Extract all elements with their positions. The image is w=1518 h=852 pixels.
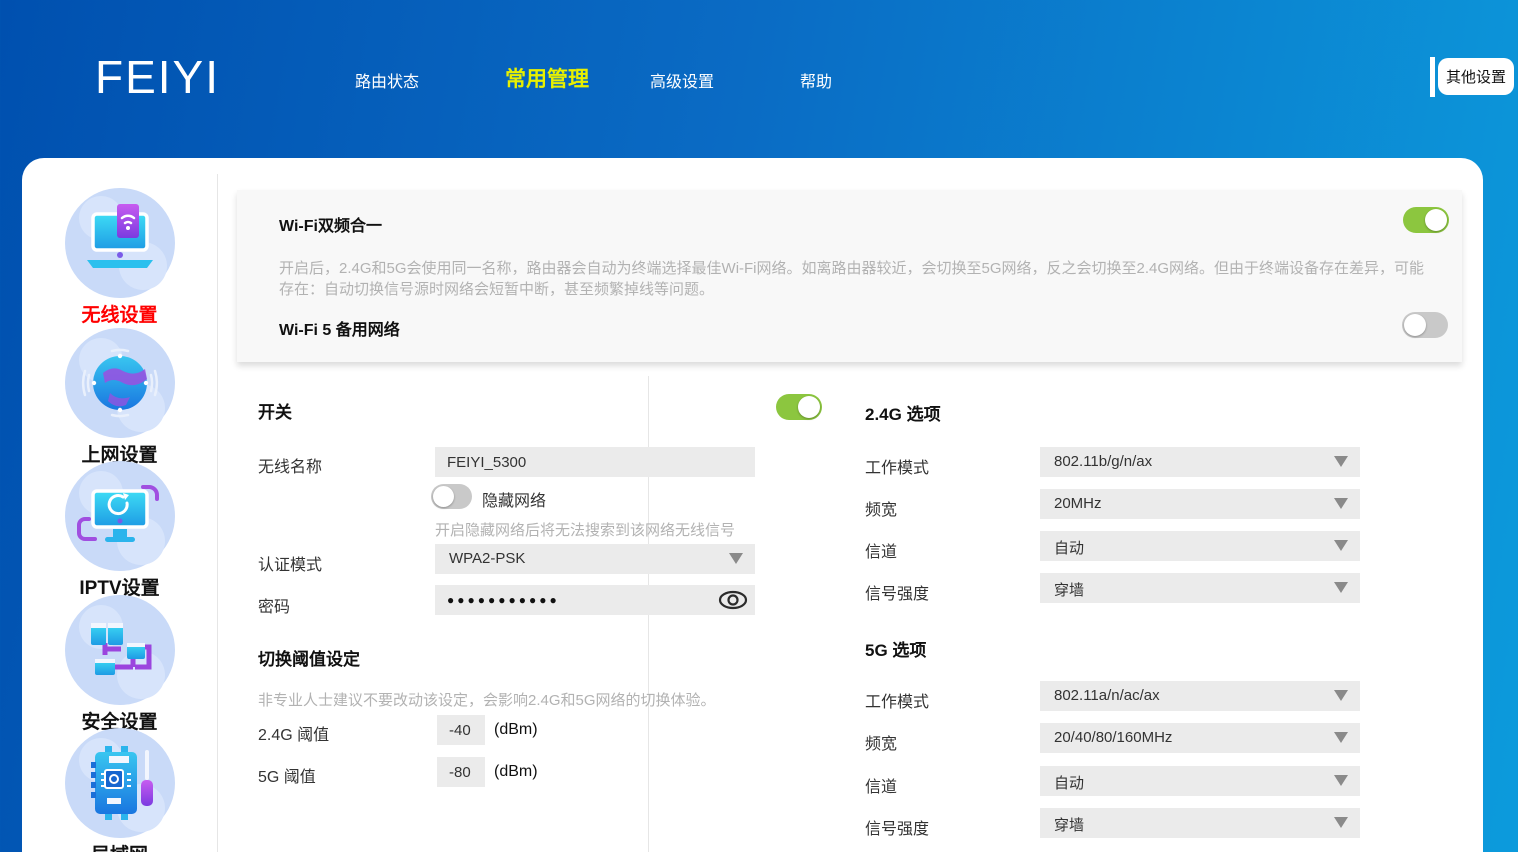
band-5g-title: 5G 选项 <box>865 636 926 661</box>
password-masked-value: ●●●●●●●●●●● <box>447 593 560 607</box>
sidebar-item-label: 无线设置 <box>22 300 217 327</box>
threshold-5g-label: 5G 阈值 <box>258 763 316 787</box>
dual-band-toggle[interactable] <box>1403 207 1449 233</box>
dual-band-description: 开启后，2.4G和5G会使用同一名称，路由器会自动为终端选择最佳Wi-Fi网络。… <box>279 258 1439 300</box>
sidebar-item-lan[interactable]: 局域网 <box>22 728 217 852</box>
sidebar-item-internet[interactable]: 上网设置 <box>22 328 217 467</box>
show-password-button[interactable] <box>717 589 749 611</box>
security-settings-icon <box>65 595 175 705</box>
threshold-note: 非专业人士建议不要改动该设定，会影响2.4G和5G网络的切换体验。 <box>258 689 716 710</box>
nav-common-management[interactable]: 常用管理 <box>505 63 589 93</box>
toggle-knob <box>1404 314 1426 336</box>
workmode-24g-label: 工作模式 <box>865 454 929 478</box>
nav-router-status[interactable]: 路由状态 <box>355 68 419 92</box>
band-24g-title: 2.4G 选项 <box>865 400 941 425</box>
signal-24g-label: 信号强度 <box>865 580 929 604</box>
channel-24g-label: 信道 <box>865 538 897 562</box>
wifi5-backup-toggle[interactable] <box>1402 312 1448 338</box>
main-panel: 无线设置 上网设置 <box>22 158 1483 852</box>
wifi5-backup-title: Wi-Fi 5 备用网络 <box>279 316 400 340</box>
header-divider <box>1430 57 1435 97</box>
signal-5g-label: 信号强度 <box>865 815 929 839</box>
threshold-24g-label: 2.4G 阈值 <box>258 721 329 745</box>
signal-5g-value: 穿墙 <box>1054 814 1084 835</box>
threshold-24g-input[interactable] <box>437 715 485 745</box>
wireless-settings-icon <box>65 188 175 298</box>
password-label: 密码 <box>258 593 290 617</box>
channel-24g-select[interactable]: 自动 <box>1040 531 1360 561</box>
auth-mode-label: 认证模式 <box>258 551 322 575</box>
bandwidth-5g-value: 20/40/80/160MHz <box>1054 729 1172 746</box>
sidebar-item-label: 局域网 <box>22 840 217 852</box>
channel-24g-value: 自动 <box>1054 537 1084 558</box>
workmode-5g-value: 802.11a/n/ac/ax <box>1054 687 1160 704</box>
dual-band-title: Wi-Fi双频合一 <box>279 212 382 236</box>
signal-24g-value: 穿墙 <box>1054 579 1084 600</box>
bandwidth-5g-select[interactable]: 20/40/80/160MHz <box>1040 723 1360 753</box>
ssid-input[interactable] <box>435 447 755 477</box>
chevron-down-icon <box>1334 540 1348 551</box>
wireless-switch-toggle[interactable] <box>776 394 822 420</box>
workmode-5g-select[interactable]: 802.11a/n/ac/ax <box>1040 681 1360 711</box>
workmode-5g-label: 工作模式 <box>865 688 929 712</box>
sidebar-divider <box>217 174 218 852</box>
internet-settings-icon <box>65 328 175 438</box>
hidden-network-toggle[interactable] <box>431 484 472 509</box>
chevron-down-icon <box>1334 775 1348 786</box>
ssid-label: 无线名称 <box>258 453 322 477</box>
nav-help[interactable]: 帮助 <box>800 68 832 92</box>
hidden-network-note: 开启隐藏网络后将无法搜索到该网络无线信号 <box>435 519 735 540</box>
bandwidth-24g-value: 20MHz <box>1054 495 1102 512</box>
lan-icon <box>65 728 175 838</box>
channel-5g-label: 信道 <box>865 773 897 797</box>
chevron-down-icon <box>1334 582 1348 593</box>
workmode-24g-value: 802.11b/g/n/ax <box>1054 453 1152 470</box>
nav-advanced-settings[interactable]: 高级设置 <box>650 68 714 92</box>
brand-logo: FEIYI <box>95 50 220 104</box>
sidebar-item-wireless[interactable]: 无线设置 <box>22 188 217 327</box>
channel-5g-value: 自动 <box>1054 772 1084 793</box>
auth-mode-value: WPA2-PSK <box>449 550 525 567</box>
chevron-down-icon <box>729 553 743 564</box>
bandwidth-24g-select[interactable]: 20MHz <box>1040 489 1360 519</box>
sidebar-item-security[interactable]: 安全设置 <box>22 595 217 734</box>
auth-mode-select[interactable]: WPA2-PSK <box>435 544 755 574</box>
sidebar-item-iptv[interactable]: IPTV设置 <box>22 461 217 600</box>
workmode-24g-select[interactable]: 802.11b/g/n/ax <box>1040 447 1360 477</box>
bandwidth-24g-label: 频宽 <box>865 496 897 520</box>
chevron-down-icon <box>1334 690 1348 701</box>
chevron-down-icon <box>1334 456 1348 467</box>
signal-5g-select[interactable]: 穿墙 <box>1040 808 1360 838</box>
iptv-settings-icon <box>65 461 175 571</box>
threshold-5g-unit: (dBm) <box>494 763 538 781</box>
threshold-5g-input[interactable] <box>437 757 485 787</box>
switch-section-title: 开关 <box>258 398 292 423</box>
router-admin-page: FEIYI 路由状态 常用管理 高级设置 帮助 其他设置 无线设置 <box>0 0 1518 852</box>
toggle-knob <box>798 396 820 418</box>
password-field[interactable]: ●●●●●●●●●●● <box>435 585 755 615</box>
chevron-down-icon <box>1334 498 1348 509</box>
toggle-knob <box>433 486 454 507</box>
threshold-section-title: 切换阈值设定 <box>258 645 360 670</box>
hidden-network-label: 隐藏网络 <box>482 487 546 511</box>
chevron-down-icon <box>1334 817 1348 828</box>
eye-icon <box>717 589 749 611</box>
channel-5g-select[interactable]: 自动 <box>1040 766 1360 796</box>
dual-band-card: Wi-Fi双频合一 开启后，2.4G和5G会使用同一名称，路由器会自动为终端选择… <box>237 190 1462 362</box>
threshold-24g-unit: (dBm) <box>494 721 538 739</box>
other-settings-button[interactable]: 其他设置 <box>1438 58 1514 95</box>
bandwidth-5g-label: 频宽 <box>865 730 897 754</box>
chevron-down-icon <box>1334 732 1348 743</box>
signal-24g-select[interactable]: 穿墙 <box>1040 573 1360 603</box>
toggle-knob <box>1425 209 1447 231</box>
